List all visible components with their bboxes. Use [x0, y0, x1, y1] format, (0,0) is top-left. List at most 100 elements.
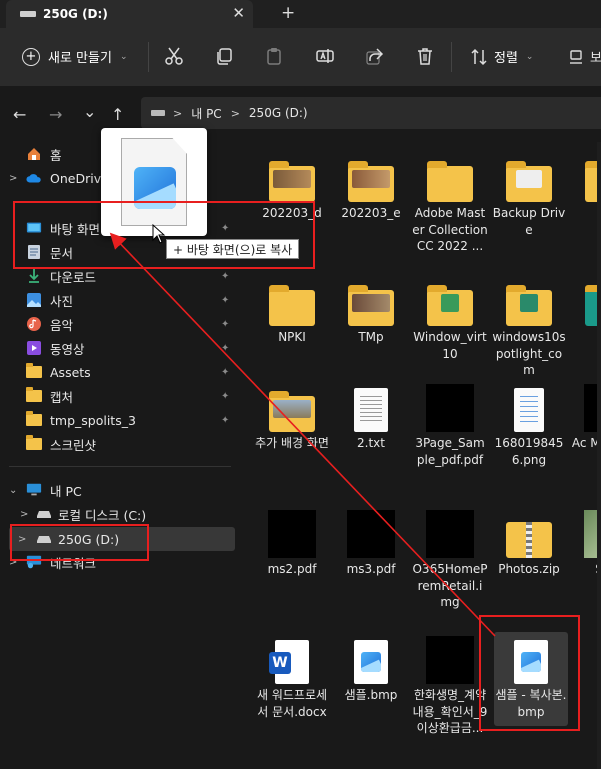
sidebar-item-label: 캡처: [50, 389, 74, 405]
sort-button[interactable]: 정렬 ⌄: [470, 47, 533, 66]
image-file-icon: [347, 636, 395, 684]
home-icon: [26, 146, 42, 162]
pin-icon: ✦: [221, 222, 230, 234]
drive-icon: [151, 110, 165, 116]
chevron-down-icon: ⌄: [525, 51, 534, 62]
new-button[interactable]: + 새로 만들기 ⌄: [22, 47, 127, 66]
share-button[interactable]: [364, 45, 386, 67]
chevron-right-icon[interactable]: >: [20, 509, 28, 520]
forward-button[interactable]: →: [49, 105, 62, 124]
computer-icon: [26, 482, 42, 498]
file-item[interactable]: ms3.pdf: [333, 510, 409, 578]
sidebar-item-drive-d[interactable]: > 250G (D:): [9, 527, 235, 551]
sidebar-item-capture[interactable]: 캡처 ✦: [0, 384, 237, 408]
desktop-icon: [26, 220, 42, 236]
sort-icon: [471, 48, 487, 65]
file-item[interactable]: W 새 워드프로세서 문서.docx: [254, 636, 330, 720]
file-item-selected[interactable]: 샘플 - 복사본.bmp: [493, 636, 569, 720]
folder-icon: [268, 384, 316, 432]
tab-title: 250G (D:): [43, 7, 108, 21]
chevron-down-icon[interactable]: ⌄: [9, 485, 17, 496]
sidebar-item-music[interactable]: 음악 ✦: [0, 312, 237, 336]
folder-icon: [26, 435, 42, 452]
copy-icon: [217, 48, 232, 65]
tab-close-icon[interactable]: ✕: [232, 4, 245, 22]
up-button[interactable]: ↑: [111, 105, 124, 124]
file-item[interactable]: windows10spotlight_com: [491, 278, 567, 379]
sidebar-item-tmp-spolits[interactable]: tmp_spolits_3 ✦: [0, 408, 237, 432]
file-item[interactable]: 202203_d: [254, 154, 330, 222]
file-item[interactable]: 한화생명_계약내용_확인서_9이상환급금...: [412, 636, 488, 737]
chevron-right-icon[interactable]: >: [9, 557, 17, 568]
sidebar-item-downloads[interactable]: 다운로드 ✦: [0, 264, 237, 288]
view-button[interactable]: 보: [568, 47, 601, 66]
sidebar-item-screenshots[interactable]: 스크린샷: [0, 432, 237, 456]
drive-icon: [36, 531, 52, 547]
image-file-icon: [121, 138, 187, 226]
sidebar-item-local-disk-c[interactable]: > 로컬 디스크 (C:): [0, 502, 237, 526]
sidebar-item-videos[interactable]: 동영상 ✦: [0, 336, 237, 360]
drag-tooltip: + 바탕 화면(으)로 복사: [166, 239, 300, 259]
file-item[interactable]: 추가 배경 화면: [254, 384, 330, 452]
chevron-right-icon[interactable]: >: [18, 534, 26, 545]
file-item[interactable]: 3Page_Sample_pdf.pdf: [412, 384, 488, 468]
copy-button[interactable]: [213, 45, 235, 67]
file-name: 새 워드프로세서 문서.docx: [256, 688, 328, 719]
file-name: Photos.zip: [498, 562, 560, 576]
vertical-scrollbar[interactable]: [597, 142, 601, 769]
sidebar-item-assets[interactable]: Assets ✦: [0, 360, 237, 384]
drive-icon: [20, 11, 36, 17]
trash-icon: [418, 48, 432, 65]
file-item[interactable]: O365HomePremRetail.img: [412, 510, 488, 611]
file-item[interactable]: TMp: [333, 278, 409, 346]
file-name: Backup Drive: [492, 206, 566, 237]
sidebar-item-label: 다운로드: [50, 269, 97, 285]
recent-locations-button[interactable]: ⌄: [83, 102, 96, 121]
back-button[interactable]: ←: [13, 105, 26, 124]
file-item[interactable]: 2.txt: [333, 384, 409, 452]
sidebar-item-pictures[interactable]: 사진 ✦: [0, 288, 237, 312]
navigation-pane: 홈 > OneDrive 바탕 화면 ✦ 문서 ✦ 다운로드 ✦ 사진 ✦: [0, 142, 237, 769]
file-item[interactable]: NPKI: [254, 278, 330, 346]
pin-icon: ✦: [221, 390, 230, 402]
folder-icon: [426, 154, 474, 202]
file-item[interactable]: 202203_e: [333, 154, 409, 222]
file-name: 샘플 - 복사본.bmp: [495, 688, 567, 719]
sidebar-item-label: tmp_spolits_3: [50, 412, 136, 428]
sidebar-item-this-pc[interactable]: ⌄ 내 PC: [0, 478, 237, 502]
delete-button[interactable]: [414, 45, 436, 67]
file-item[interactable]: 1680198456.png: [491, 384, 567, 468]
file-item[interactable]: Window_virt10: [412, 278, 488, 362]
file-name: 2.txt: [357, 436, 385, 450]
breadcrumb-this-pc[interactable]: 내 PC: [191, 105, 221, 122]
file-item[interactable]: Backup Drive: [491, 154, 567, 238]
paste-button[interactable]: [263, 45, 285, 67]
sidebar-item-label: 음악: [50, 317, 74, 333]
file-item[interactable]: ms2.pdf: [254, 510, 330, 578]
address-bar[interactable]: > 내 PC > 250G (D:): [141, 97, 601, 129]
file-item[interactable]: Adobe Master Collection CC 2022 ...: [412, 154, 488, 255]
new-tab-button[interactable]: +: [281, 3, 295, 23]
rename-button[interactable]: [314, 45, 336, 67]
toolbar-divider: [451, 42, 452, 72]
file-item[interactable]: Photos.zip: [491, 510, 567, 578]
sidebar-item-label: 스크린샷: [50, 437, 97, 453]
redacted-thumbnail: [347, 510, 395, 558]
folder-icon: [268, 154, 316, 202]
pin-icon: ✦: [221, 366, 230, 378]
folder-icon: [505, 278, 553, 326]
chevron-right-icon[interactable]: >: [9, 173, 17, 184]
sidebar-item-network[interactable]: > 네트워크: [0, 550, 237, 574]
file-item[interactable]: 샘플.bmp: [333, 636, 409, 704]
pin-icon: ✦: [221, 342, 230, 354]
file-name: O365HomePremRetail.img: [412, 562, 488, 609]
scissors-icon: [165, 47, 183, 65]
add-icon: +: [22, 47, 40, 66]
file-name: 3Page_Sample_pdf.pdf: [415, 436, 485, 467]
zip-folder-icon: [505, 510, 553, 558]
drive-icon: [36, 506, 52, 522]
tab-250g[interactable]: 250G (D:) ✕: [6, 0, 253, 28]
cut-button[interactable]: [163, 45, 185, 67]
breadcrumb-drive-d[interactable]: 250G (D:): [249, 106, 308, 120]
new-button-label: 새로 만들기: [48, 51, 112, 66]
